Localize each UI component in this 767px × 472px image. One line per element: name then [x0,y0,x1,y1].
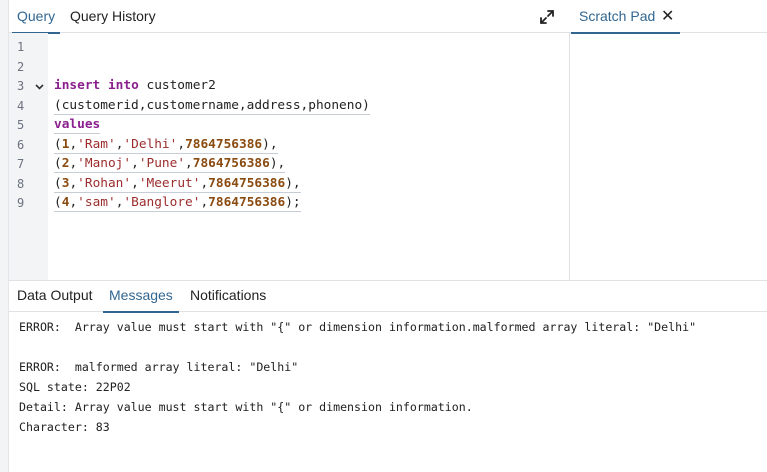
sql-keyword: into [107,78,139,93]
paren: ), [262,137,278,152]
string-literal: 'Ram' [77,137,116,152]
number-literal: 7864756386 [185,137,263,152]
tab-data-output[interactable]: Data Output [17,281,93,312]
string-literal: 'Manoj' [77,156,132,171]
paren: ), [285,176,301,191]
paren: ( [54,176,62,191]
line-number: 3 [17,79,25,93]
code-line-8: (3,'Rohan','Meerut',7864756386), [54,176,301,193]
comma: , [200,176,209,191]
message-line: ERROR: malformed array literal: "Delhi" [19,360,299,374]
query-panel: Query Query History 1 2 3 4 5 6 7 8 9 in… [9,0,570,280]
tab-query-history[interactable]: Query History [70,0,156,33]
comma: , [131,156,139,171]
line-number: 5 [17,118,25,132]
comma: , [69,176,78,191]
tab-messages[interactable]: Messages [103,281,179,313]
query-tabbar: Query Query History [9,0,570,34]
chevron-down-icon[interactable] [35,84,44,90]
string-literal: 'Pune' [138,156,186,171]
comma: , [185,156,193,171]
tab-query[interactable]: Query [11,0,61,34]
number-literal: 7864756386 [208,176,286,191]
sql-editor[interactable]: insert into customer2 (customerid,custom… [54,33,564,280]
code-line-7: (2,'Manoj','Pune',7864756386), [54,156,286,173]
output-tabbar: Data Output Messages Notifications [9,281,767,313]
paren: ( [54,137,62,152]
message-line: Character: 83 [19,420,110,434]
close-icon[interactable]: ✕ [661,0,674,33]
output-panel: Data Output Messages Notifications ERROR… [9,280,767,472]
sql-keyword: values [54,117,101,134]
paren: ), [269,156,286,171]
scratch-pad-title: Scratch Pad [579,8,656,24]
code-line-9: (4,'sam','Banglore',7864756386); [54,195,301,212]
column-list: (customerid,customername,address,phoneno… [54,98,370,115]
string-literal: 'sam' [77,195,116,210]
line-number: 4 [17,99,25,113]
line-number: 7 [17,157,25,171]
paren: ); [285,195,301,210]
expand-icon[interactable] [539,9,555,25]
line-number: 9 [17,196,25,210]
paren: ( [54,195,62,210]
message-line: SQL state: 22P02 [19,380,131,394]
sql-keyword: insert [54,78,101,93]
tab-scratch-pad[interactable]: Scratch Pad ✕ [571,0,680,34]
scratch-tabbar: Scratch Pad ✕ [570,0,767,34]
comma: , [69,156,78,171]
string-literal: 'Rohan' [77,176,132,191]
code-line-5: values [54,117,101,134]
string-literal: 'Meerut' [138,176,201,191]
code-line-3: insert into customer2 [54,78,216,94]
message-line: ERROR: Array value must start with "{" o… [19,320,697,334]
comma: , [200,195,209,210]
left-sidebar-strip [0,0,9,472]
line-number-gutter: 1 2 3 4 5 6 7 8 9 [9,33,48,280]
tab-notifications[interactable]: Notifications [190,281,266,312]
line-number: 1 [17,40,25,54]
code-line-6: (1,'Ram','Delhi',7864756386), [54,137,278,154]
line-number: 2 [17,60,25,74]
string-literal: 'Banglore' [123,195,201,210]
scratch-pad-panel: Scratch Pad ✕ [570,0,767,280]
line-number: 8 [17,177,25,191]
comma: , [131,176,139,191]
comma: , [177,137,186,152]
string-literal: 'Delhi' [123,137,178,152]
line-number: 6 [17,138,25,152]
comma: , [69,137,78,152]
table-name: customer2 [138,78,216,93]
code-line-4: (customerid,customername,address,phoneno… [54,98,370,115]
number-literal: 7864756386 [192,156,270,171]
comma: , [69,195,78,210]
paren: ( [54,156,62,171]
number-literal: 7864756386 [208,195,286,210]
message-line: Detail: Array value must start with "{" … [19,400,473,414]
